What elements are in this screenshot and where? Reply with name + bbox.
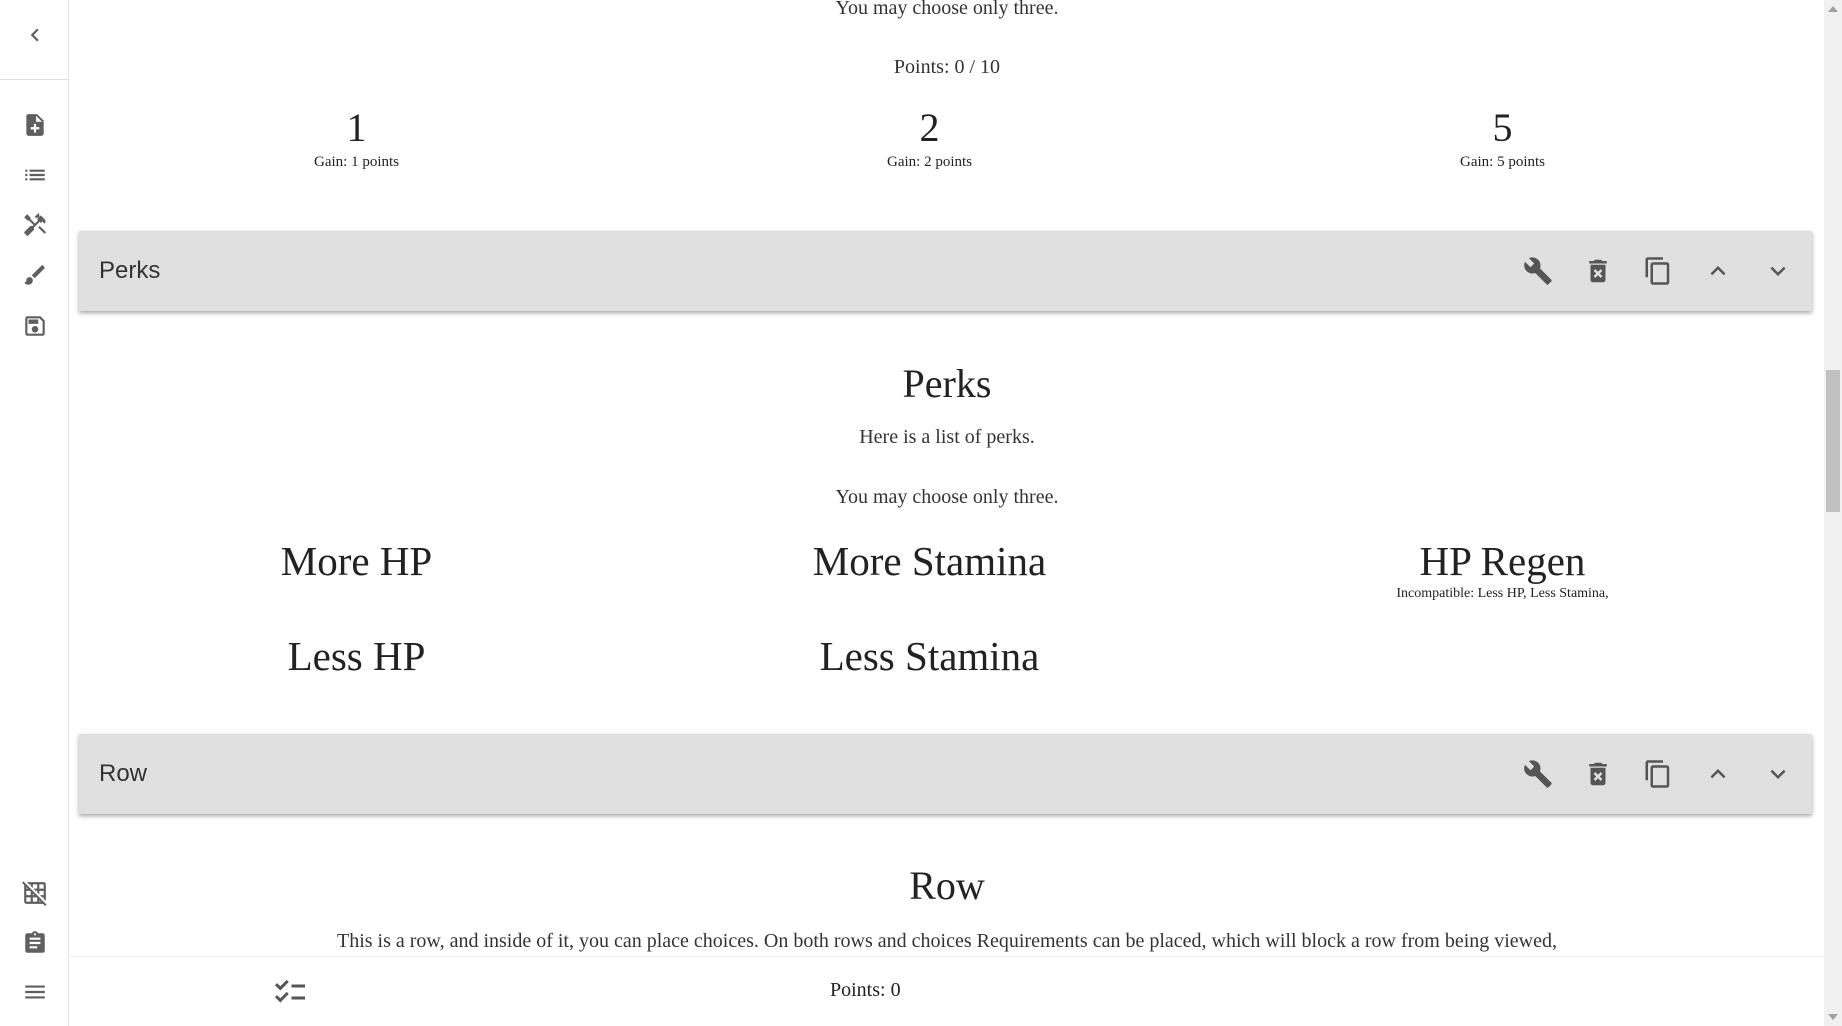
clipboard-icon <box>25 931 45 953</box>
wrench-icon <box>1524 760 1552 788</box>
menu-button[interactable] <box>17 974 53 1010</box>
move-up-button[interactable] <box>1688 744 1748 804</box>
checklist-button[interactable] <box>270 972 310 1012</box>
chevron-up-icon <box>1710 266 1726 276</box>
sidebar <box>0 0 69 1026</box>
copy-row-button[interactable] <box>1628 744 1688 804</box>
delete-icon <box>1589 259 1607 283</box>
perk-title: More Stamina <box>812 538 1047 584</box>
style-button[interactable] <box>17 257 53 293</box>
scroll-up-arrow-icon[interactable] <box>1828 6 1838 12</box>
row-bar-title: Row <box>99 760 148 787</box>
perks-heading: Perks <box>902 361 992 406</box>
menu-icon <box>25 985 45 999</box>
list-icon <box>25 169 45 181</box>
choice-5[interactable]: 5 Gain: 5 points <box>1216 106 1789 171</box>
perk-more-stamina[interactable]: More Stamina <box>643 538 1216 584</box>
note-add-icon <box>26 114 44 136</box>
perks-description: Here is a list of perks. <box>859 426 1035 448</box>
top-instruction: You may choose only three. <box>835 0 1059 19</box>
perk-title: HP Regen <box>1419 538 1586 584</box>
perk-title: Less Stamina <box>819 633 1040 679</box>
edit-row-button[interactable] <box>1508 241 1568 301</box>
copy-row-button[interactable] <box>1628 241 1688 301</box>
choice-gain: Gain: 2 points <box>887 154 972 170</box>
top-points: Points: 0 / 10 <box>893 56 1001 78</box>
row-bar-actions <box>1508 744 1808 804</box>
delete-icon <box>1589 762 1607 786</box>
choice-gain: Gain: 1 points <box>314 154 399 170</box>
chevron-left-icon <box>30 28 39 42</box>
delete-row-button[interactable] <box>1568 744 1628 804</box>
wrench-icon <box>1524 257 1552 285</box>
copy-icon <box>1645 760 1670 788</box>
perk-title: More HP <box>280 538 433 584</box>
vertical-scrollbar[interactable] <box>1824 0 1842 1026</box>
perk-title: Less HP <box>287 633 426 679</box>
tools-button[interactable] <box>17 207 53 243</box>
move-up-button[interactable] <box>1688 241 1748 301</box>
brush-icon <box>24 265 45 285</box>
choice-1[interactable]: 1 Gain: 1 points <box>70 106 643 171</box>
perk-less-stamina[interactable]: Less Stamina <box>643 633 1216 679</box>
tools-icon <box>24 213 46 236</box>
grid-off-button[interactable] <box>17 875 53 911</box>
grid-off-icon <box>22 881 47 906</box>
perks-instruction: You may choose only three. <box>835 486 1059 508</box>
chevron-down-icon <box>1770 769 1786 779</box>
perk-hp-regen[interactable]: HP Regen Incompatible: Less HP, Less Sta… <box>1216 538 1789 602</box>
perks-row-bar[interactable]: Perks <box>79 231 1812 311</box>
perks-bar-actions <box>1508 241 1808 301</box>
move-down-button[interactable] <box>1748 744 1808 804</box>
choice-2[interactable]: 2 Gain: 2 points <box>643 106 1216 171</box>
perks-bar-title: Perks <box>99 257 161 284</box>
save-icon <box>25 316 45 336</box>
bottom-bar: Points: 0 <box>70 956 1824 1026</box>
choice-title: 5 <box>1492 105 1513 150</box>
choice-title: 1 <box>346 105 367 150</box>
row-heading: Row <box>909 863 985 908</box>
points-total: Points: 0 <box>830 979 901 1001</box>
chevron-down-icon <box>1770 266 1786 276</box>
save-button[interactable] <box>17 308 53 344</box>
move-down-button[interactable] <box>1748 241 1808 301</box>
clipboard-button[interactable] <box>17 925 53 961</box>
sidebar-header <box>0 0 69 80</box>
row-row-bar[interactable]: Row <box>79 734 1812 814</box>
perk-incompatible-note: Incompatible: Less HP, Less Stamina, <box>1396 586 1609 601</box>
perk-more-hp[interactable]: More HP <box>70 538 643 584</box>
main-content: You may choose only three. Points: 0 / 1… <box>70 0 1824 956</box>
row-description: This is a row, and inside of it, you can… <box>336 930 1558 952</box>
choice-gain: Gain: 5 points <box>1460 154 1545 170</box>
scroll-thumb[interactable] <box>1826 370 1840 512</box>
back-button[interactable] <box>17 17 53 53</box>
perk-less-hp[interactable]: Less HP <box>70 633 643 679</box>
edit-row-button[interactable] <box>1508 744 1568 804</box>
new-project-button[interactable] <box>17 107 53 143</box>
chevron-up-icon <box>1710 769 1726 779</box>
list-button[interactable] <box>17 157 53 193</box>
copy-icon <box>1645 257 1670 285</box>
choice-title: 2 <box>919 105 940 150</box>
checklist-icon <box>275 979 305 1003</box>
delete-row-button[interactable] <box>1568 241 1628 301</box>
scroll-down-arrow-icon[interactable] <box>1828 1014 1838 1020</box>
